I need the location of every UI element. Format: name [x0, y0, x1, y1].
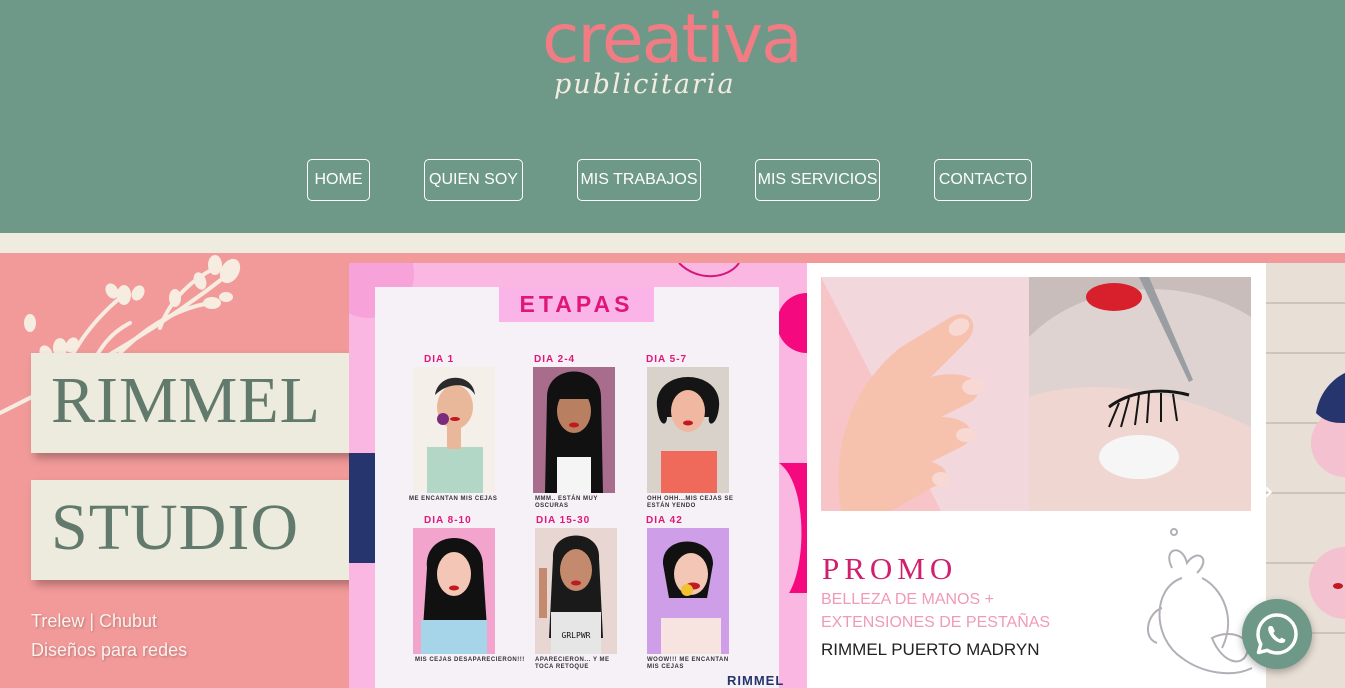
site-header: creativa publicitaria HOME QUIEN SOY MIS…: [0, 0, 1345, 233]
etapas-footer-brand: RIMMEL: [727, 673, 785, 688]
nav-mis-servicios[interactable]: MIS SERVICIOS: [755, 159, 880, 201]
whatsapp-icon: [1256, 613, 1298, 655]
day-label-3: DIA 5-7: [646, 354, 688, 365]
main-nav: HOME QUIEN SOY MIS TRABAJOS MIS SERVICIO…: [0, 159, 1345, 201]
portrait-day-3: [647, 367, 729, 493]
hero-title-line2: STUDIO: [51, 491, 299, 564]
day-label-2: DIA 2-4: [534, 354, 576, 365]
nav-mis-trabajos[interactable]: MIS TRABAJOS: [577, 159, 701, 201]
portrait-day-4: [413, 528, 495, 654]
logo[interactable]: creativa publicitaria: [540, 0, 803, 112]
lash-extension-photo: [1029, 277, 1251, 511]
promo-title: PROMO: [822, 551, 958, 586]
caption-day-5: APARECIERON... Y ME TOCA RETOQUE: [535, 657, 610, 670]
manicure-photo: [821, 277, 1029, 511]
hero-title-line1: RIMMEL: [51, 364, 321, 437]
chevron-right-icon[interactable]: ›: [1262, 474, 1274, 509]
caption-day-4: MIS CEJAS DESAPARECIERON!!!: [415, 657, 525, 663]
etapas-design-card[interactable]: ETAPAS DIA 1 ME ENCANTAN MIS CEJAS DIA 2…: [349, 263, 807, 688]
nav-contacto[interactable]: CONTACTO: [934, 159, 1032, 201]
portrait-day-2: [533, 367, 615, 493]
promo-line-2: EXTENSIONES DE PESTAÑAS: [821, 614, 1051, 631]
portrait-day-5: GRLPWR: [535, 528, 617, 654]
promo-brand: RIMMEL PUERTO MADRYN: [821, 640, 1040, 659]
day-label-6: DIA 42: [646, 515, 683, 526]
caption-day-1: ME ENCANTAN MIS CEJAS: [409, 496, 498, 502]
nav-quien-soy[interactable]: QUIEN SOY: [424, 159, 523, 201]
caption-day-6: WOOW!!! ME ENCANTAN MIS CEJAS: [647, 657, 729, 670]
caption-day-3: OHH OHH...MIS CEJAS SE ESTÁN YENDO: [647, 496, 734, 509]
promo-design-card[interactable]: PROMO BELLEZA DE MANOS + EXTENSIONES DE …: [807, 263, 1266, 688]
caption-day-2: MMM.. ESTÁN MUY OSCURAS: [535, 496, 598, 509]
portrait-day-1: [413, 367, 495, 493]
logo-sub-text: publicitaria: [554, 69, 736, 100]
nav-home[interactable]: HOME: [307, 159, 370, 201]
day-label-5: DIA 15-30: [536, 515, 591, 526]
hero-location: Trelew | Chubut: [31, 611, 158, 631]
day-label-4: DIA 8-10: [424, 515, 472, 526]
shirt-text: GRLPWR: [562, 631, 591, 640]
hero-tagline: Diseños para redes: [31, 640, 188, 660]
promo-line-1: BELLEZA DE MANOS +: [821, 591, 994, 608]
hero-banner: RIMMEL STUDIO Trelew | Chubut Diseños pa…: [0, 253, 1345, 688]
whatsapp-button[interactable]: [1242, 599, 1312, 669]
divider-strip: [0, 233, 1345, 253]
day-label-1: DIA 1: [424, 354, 455, 365]
etapas-title: ETAPAS: [519, 291, 634, 317]
logo-main-text: creativa: [542, 0, 803, 79]
portrait-day-6: [647, 528, 729, 654]
